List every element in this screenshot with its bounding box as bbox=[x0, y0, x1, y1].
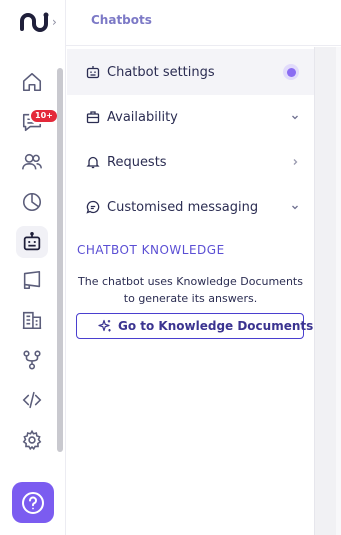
chatbot-settings-panel: Chatbot settings Availability Requests C… bbox=[67, 47, 314, 535]
section-title-knowledge: CHATBOT KNOWLEDGE bbox=[77, 243, 225, 257]
nav-settings[interactable] bbox=[16, 424, 48, 456]
page-scrollbar[interactable] bbox=[336, 47, 341, 535]
megaphone-icon bbox=[23, 270, 41, 290]
help-button[interactable] bbox=[12, 482, 54, 523]
active-indicator-dot bbox=[283, 64, 299, 80]
nav-chatbots[interactable] bbox=[16, 226, 48, 258]
brand-logo-icon[interactable] bbox=[19, 10, 49, 34]
briefcase-icon bbox=[86, 111, 100, 124]
menu-item-availability[interactable]: Availability bbox=[67, 94, 314, 140]
nav-workflows[interactable] bbox=[16, 344, 48, 376]
knowledge-description: The chatbot uses Knowledge Documents to … bbox=[78, 275, 303, 305]
menu-label: Chatbot settings bbox=[107, 64, 215, 80]
go-to-knowledge-button[interactable]: Go to Knowledge Documents bbox=[76, 313, 313, 339]
chevron-down-icon bbox=[292, 205, 298, 210]
menu-item-chatbot-settings[interactable]: Chatbot settings bbox=[67, 49, 314, 95]
chevron-right-icon bbox=[293, 159, 298, 165]
robot-icon bbox=[86, 66, 100, 79]
left-rail: › 10+ bbox=[0, 0, 66, 535]
chevron-down-icon bbox=[292, 115, 298, 120]
chatbot-icon bbox=[23, 231, 41, 251]
menu-label: Availability bbox=[107, 109, 178, 125]
nav-analytics[interactable] bbox=[16, 186, 48, 218]
analytics-pie-icon bbox=[22, 192, 42, 212]
code-icon bbox=[22, 391, 42, 409]
message-icon bbox=[86, 200, 100, 214]
go-to-knowledge-label: Go to Knowledge Documents bbox=[118, 319, 314, 333]
gear-icon bbox=[22, 429, 42, 451]
menu-label: Requests bbox=[107, 154, 167, 170]
nav-home[interactable] bbox=[16, 66, 48, 98]
menu-label: Customised messaging bbox=[107, 199, 259, 215]
home-icon bbox=[22, 72, 42, 92]
nav-organisation[interactable] bbox=[16, 304, 48, 336]
nav-developer[interactable] bbox=[16, 384, 48, 416]
rail-scrollbar[interactable] bbox=[57, 68, 63, 452]
bell-icon bbox=[86, 156, 100, 169]
sparkle-icon bbox=[98, 319, 111, 332]
nav-campaigns[interactable] bbox=[16, 264, 48, 296]
page-title: Chatbots bbox=[91, 13, 152, 27]
menu-item-customised-messaging[interactable]: Customised messaging bbox=[67, 184, 314, 230]
contacts-icon bbox=[22, 153, 42, 170]
unread-badge: 10+ bbox=[29, 108, 59, 124]
rail-expand-icon[interactable]: › bbox=[52, 16, 62, 28]
help-icon bbox=[22, 491, 44, 514]
nav-contacts[interactable] bbox=[16, 146, 48, 178]
building-icon bbox=[22, 311, 42, 330]
page-header: Chatbots bbox=[66, 0, 341, 46]
flow-icon bbox=[23, 350, 41, 370]
menu-item-requests[interactable]: Requests bbox=[67, 139, 314, 185]
